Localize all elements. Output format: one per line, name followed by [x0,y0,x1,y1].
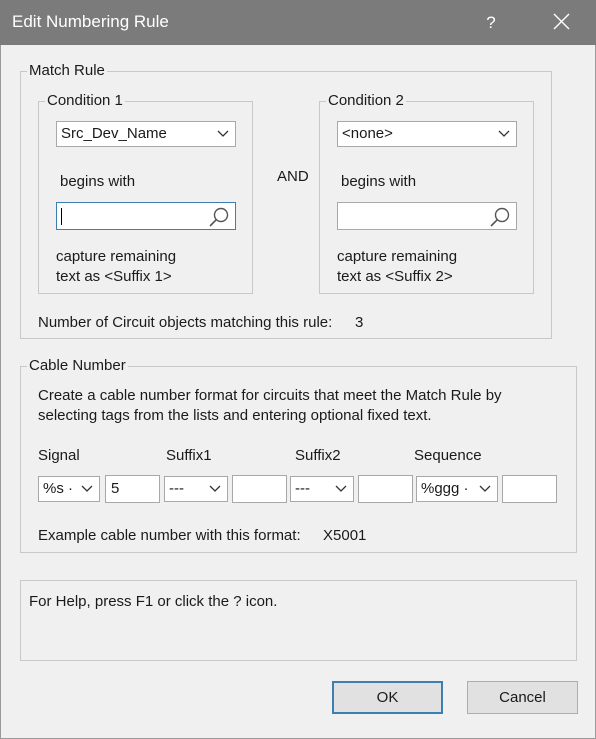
signal-text-value: 5 [111,480,120,497]
condition2-capture-line2: text as <Suffix 2> [337,268,453,285]
suffix2-select[interactable]: --- [290,476,354,502]
sequence-label: Sequence [414,447,482,464]
condition2-search-input[interactable] [337,202,517,230]
signal-select[interactable]: %s · [38,476,100,502]
suffix1-select[interactable]: --- [164,476,228,502]
search-icon [490,207,510,227]
chevron-down-icon [217,130,229,137]
sequence-text-input[interactable] [502,475,557,503]
suffix1-label: Suffix1 [166,447,212,464]
ok-button[interactable]: OK [332,681,443,714]
dialog-body: Match Rule Condition 1 Src_Dev_Name begi… [0,45,596,739]
condition1-field-value: Src_Dev_Name [61,125,167,142]
cable-number-group: Cable Number Create a cable number forma… [20,357,577,553]
title-bar: Edit Numbering Rule ? [0,0,596,45]
match-count-label: Number of Circuit objects matching this … [38,314,333,331]
chevron-down-icon [209,485,221,492]
condition1-legend: Condition 1 [45,92,125,110]
match-rule-legend: Match Rule [27,62,107,80]
suffix1-select-value: --- [169,480,184,497]
suffix2-label: Suffix2 [295,447,341,464]
condition1-field-select[interactable]: Src_Dev_Name [56,121,236,147]
cancel-button[interactable]: Cancel [467,681,578,714]
chevron-down-icon [81,485,93,492]
condition1-capture-line2: text as <Suffix 1> [56,268,172,285]
condition1-group: Condition 1 Src_Dev_Name begins with cap… [38,92,253,294]
signal-label: Signal [38,447,80,464]
chevron-down-icon [498,130,510,137]
condition2-begins-with-label: begins with [341,173,417,190]
sequence-select[interactable]: %ggg · [416,476,498,502]
help-button[interactable]: ? [476,0,506,45]
suffix2-select-value: --- [295,480,310,497]
signal-select-value: %s · [43,480,73,497]
search-icon [209,207,229,227]
cable-number-legend: Cable Number [27,357,128,375]
close-button[interactable] [540,0,585,45]
chevron-down-icon [479,485,491,492]
condition1-begins-with-label: begins with [60,173,136,190]
suffix2-text-input[interactable] [358,475,413,503]
help-box: For Help, press F1 or click the ? icon. [20,580,577,661]
cable-number-description-line1: Create a cable number format for circuit… [38,387,502,404]
text-caret [61,208,62,225]
condition2-capture-line1: capture remaining [337,248,458,265]
example-label: Example cable number with this format: [38,527,301,544]
chevron-down-icon [335,485,347,492]
match-count-value: 3 [355,314,364,331]
condition2-field-value: <none> [342,125,393,142]
sequence-select-value: %ggg · [421,480,469,497]
help-text: For Help, press F1 or click the ? icon. [29,593,278,610]
dialog-title: Edit Numbering Rule [12,12,169,31]
close-icon [553,13,570,30]
example-value: X5001 [323,527,367,544]
signal-text-input[interactable]: 5 [105,475,160,503]
condition2-field-select[interactable]: <none> [337,121,517,147]
suffix1-text-input[interactable] [232,475,287,503]
and-label: AND [277,168,309,185]
condition2-legend: Condition 2 [326,92,406,110]
condition2-group: Condition 2 <none> begins with capture r… [319,92,534,294]
match-rule-group: Match Rule Condition 1 Src_Dev_Name begi… [20,62,552,339]
cable-number-description-line2: selecting tags from the lists and enteri… [38,407,432,424]
condition1-capture-line1: capture remaining [56,248,177,265]
condition1-search-input[interactable] [56,202,236,230]
